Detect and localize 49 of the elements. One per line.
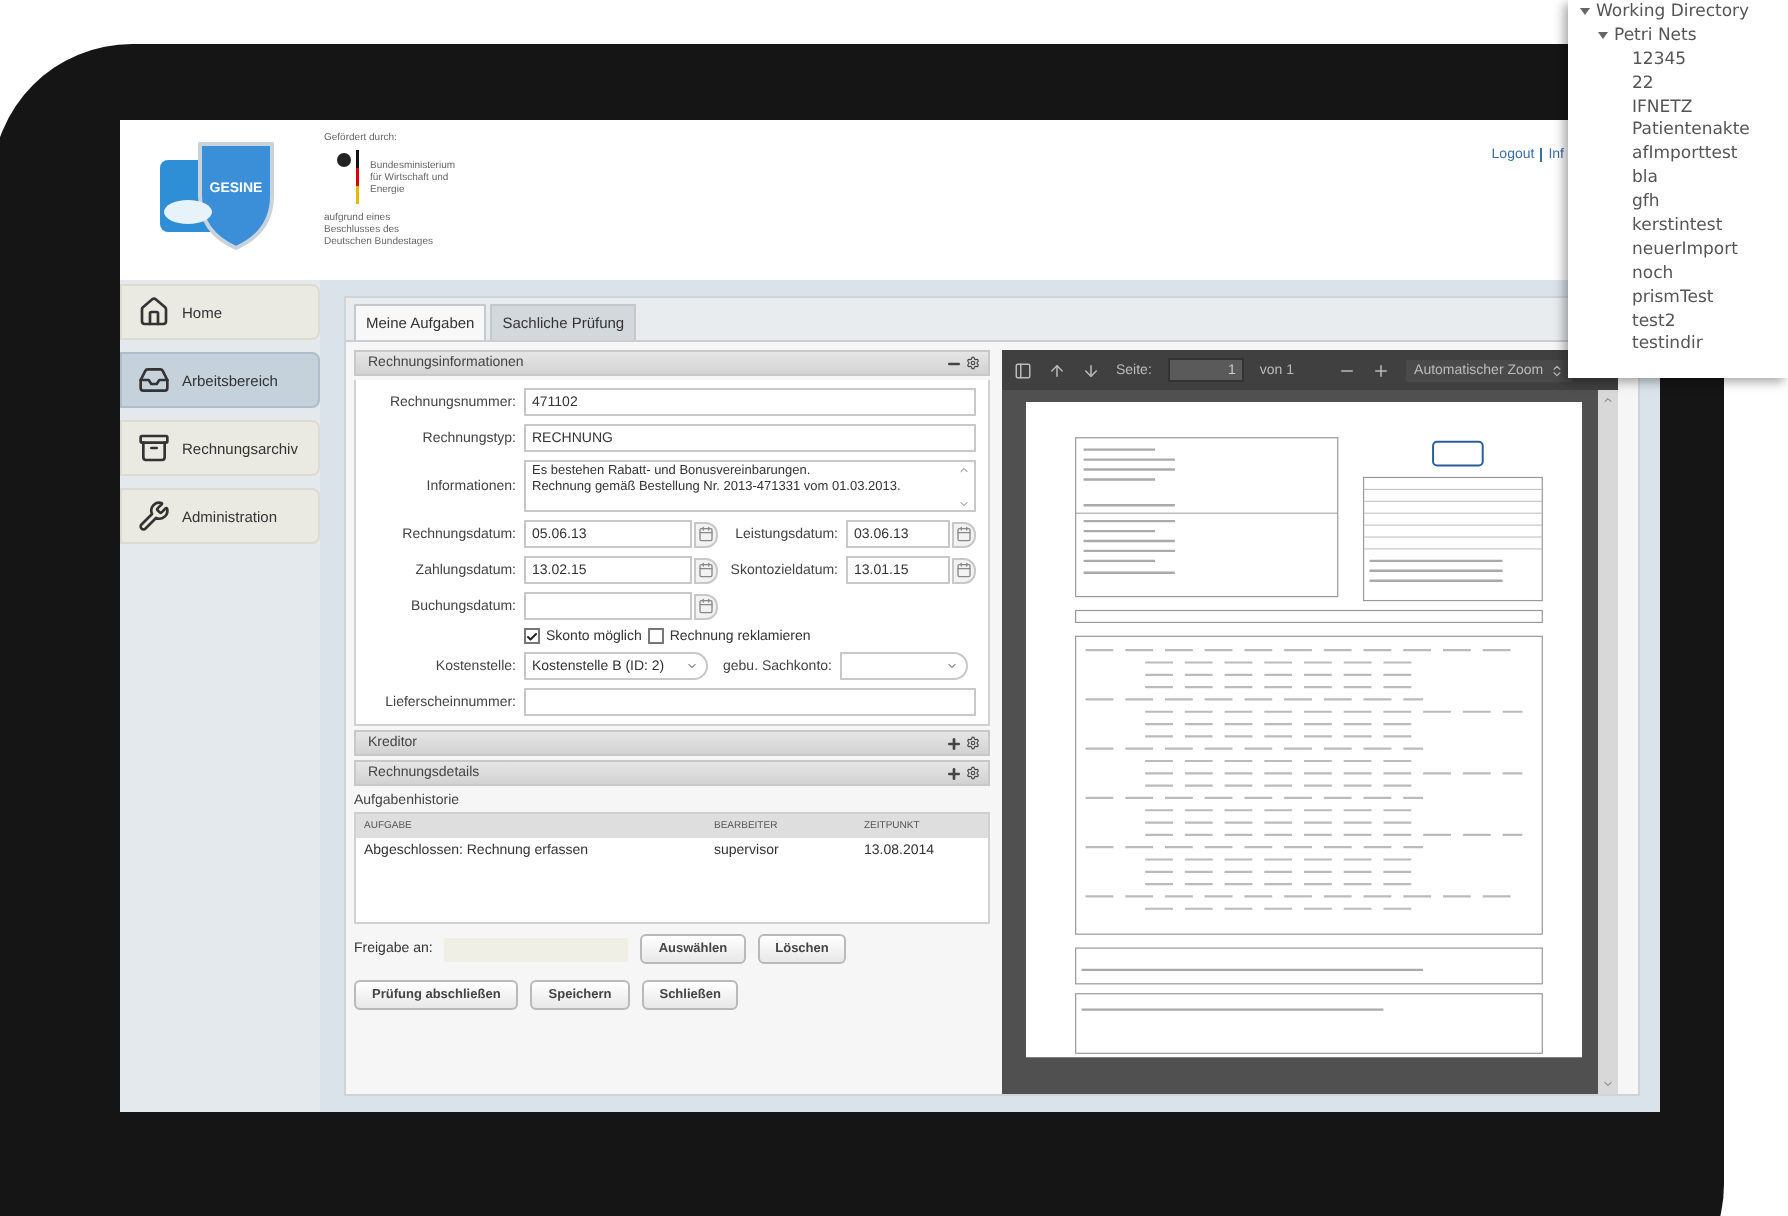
tree-item[interactable]: 12345 [1580,47,1788,72]
settings-icon[interactable] [966,765,980,779]
calendar-button[interactable] [952,557,976,583]
settings-icon[interactable] [966,355,980,369]
triangle-icon [1598,30,1608,41]
dropdown-caret-icon [686,660,698,672]
calendar-button[interactable] [694,593,718,619]
eagle-flag-emblem [336,150,364,206]
tree-item[interactable]: bla [1580,166,1788,191]
text-field[interactable] [524,688,976,716]
updown-caret-icon [1549,363,1564,377]
tree-item[interactable]: test2 [1580,309,1788,333]
sidebar-toggle-icon[interactable] [1014,361,1032,379]
zoom-in-icon[interactable] [1372,361,1391,379]
settings-icon[interactable] [966,735,980,749]
wrench-icon [138,500,170,532]
checkbox[interactable] [647,628,664,644]
calendar-button[interactable] [694,521,718,547]
date-field[interactable] [524,592,692,620]
scroll-down-icon[interactable] [958,498,970,510]
tree-item[interactable]: Patientenakte [1580,118,1788,143]
triangle-icon [1580,6,1590,17]
scrollbar[interactable] [1598,390,1618,1094]
inbox-tray-icon [138,364,170,396]
tree-item[interactable]: afImporttest [1580,142,1788,167]
scroll-up-icon[interactable] [958,464,970,476]
tree-item[interactable]: Working Directory [1580,0,1788,24]
scroll-up-icon[interactable] [1602,394,1614,406]
dropdown-caret-icon [946,660,958,672]
tree-item[interactable]: Petri Nets [1580,23,1788,48]
select-field[interactable] [840,652,968,680]
tree-item[interactable]: gfh [1580,190,1788,215]
expand-icon[interactable] [946,735,962,751]
calendar-button[interactable] [952,521,976,547]
tree-item[interactable]: testindir [1580,332,1788,357]
expand-icon[interactable] [946,765,962,781]
archive-icon [138,432,170,464]
tree-item[interactable]: neuerImport [1580,237,1788,262]
calendar-button[interactable] [694,557,718,583]
scroll-down-icon[interactable] [1602,1078,1614,1090]
tree-item[interactable]: noch [1580,261,1788,286]
tree-item[interactable]: IFNETZ [1580,95,1788,119]
house-icon [138,296,170,328]
tree-item[interactable]: 22 [1580,71,1788,96]
tree-item[interactable]: kerstintest [1580,214,1788,238]
tree-item[interactable]: prismTest [1580,285,1788,310]
checkbox[interactable] [524,628,540,644]
next-page-icon[interactable] [1082,361,1100,379]
previous-page-icon[interactable] [1048,361,1066,379]
